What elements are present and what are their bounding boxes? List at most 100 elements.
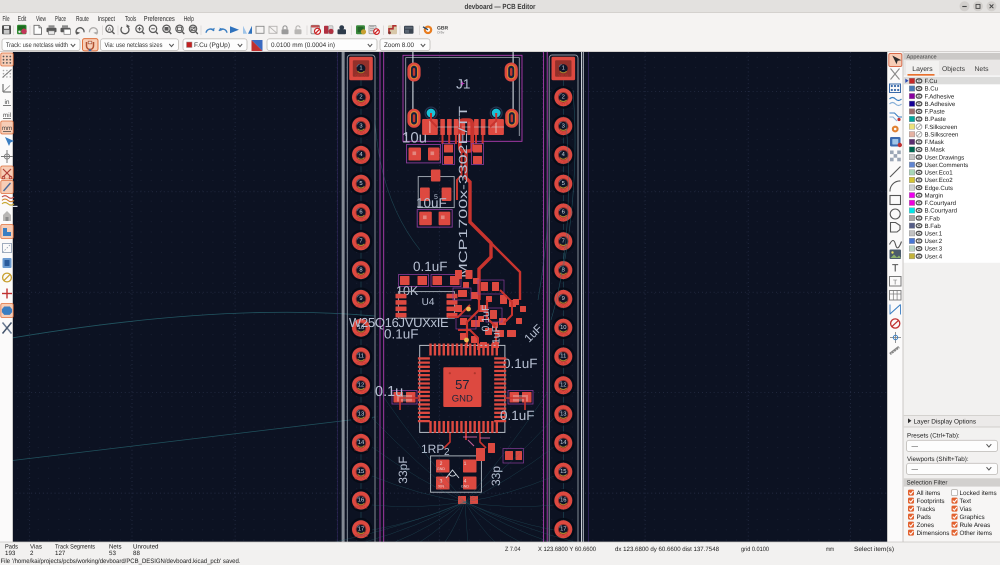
- svg-text:mil: mil: [3, 112, 11, 119]
- svg-text:Route: Route: [76, 14, 89, 23]
- svg-text:6: 6: [562, 209, 565, 216]
- svg-text:Track: use netclass width: Track: use netclass width: [6, 42, 68, 49]
- svg-text:2: 2: [562, 94, 565, 101]
- svg-text:1: 1: [359, 66, 362, 72]
- svg-text:17: 17: [358, 527, 364, 533]
- svg-text:F.Silkscreen: F.Silkscreen: [925, 124, 958, 131]
- svg-text:2: 2: [440, 461, 443, 467]
- svg-text:1uF: 1uF: [491, 326, 503, 344]
- svg-text:Edit: Edit: [18, 14, 27, 23]
- svg-text:Objects: Objects: [942, 66, 966, 73]
- svg-text:ADC: ADC: [559, 217, 567, 221]
- svg-text:GP18: GP18: [559, 534, 568, 538]
- svg-text:10: 10: [560, 324, 566, 331]
- svg-text:GPIO1: GPIO1: [355, 102, 366, 106]
- svg-text:GND: GND: [461, 485, 469, 489]
- svg-text:B.Mask: B.Mask: [925, 147, 946, 154]
- svg-text:7: 7: [359, 239, 362, 245]
- svg-text:GND: GND: [559, 419, 568, 423]
- svg-text:GPIO3: GPIO3: [355, 189, 366, 193]
- svg-text:Place: Place: [55, 14, 66, 23]
- svg-text:53: 53: [109, 550, 116, 557]
- svg-text:Inspect: Inspect: [98, 14, 116, 23]
- svg-text:Margin: Margin: [925, 192, 944, 199]
- svg-text:3V3: 3V3: [560, 189, 567, 193]
- svg-text:B.Paste: B.Paste: [925, 116, 947, 123]
- svg-text:User.Eco1: User.Eco1: [925, 170, 954, 177]
- svg-text:B.Adhesive: B.Adhesive: [925, 101, 956, 108]
- svg-text:12: 12: [560, 382, 566, 389]
- svg-text:7: 7: [562, 239, 565, 245]
- svg-text:T: T: [893, 279, 898, 286]
- svg-text:Vias: Vias: [960, 506, 972, 513]
- svg-text:B.Courtyard: B.Courtyard: [925, 208, 958, 215]
- svg-text:GPIO5: GPIO5: [355, 246, 366, 250]
- svg-text:12: 12: [358, 382, 364, 389]
- svg-text:GPIO2: GPIO2: [355, 160, 366, 164]
- svg-text:GPIO7: GPIO7: [355, 333, 366, 337]
- svg-text:Viewports (Shift+Tab):: Viewports (Shift+Tab):: [907, 456, 969, 463]
- svg-text:GPIO8: GPIO8: [355, 361, 366, 365]
- svg-text:2: 2: [444, 447, 450, 458]
- svg-text:15: 15: [358, 469, 364, 475]
- svg-text:1: 1: [464, 461, 467, 467]
- svg-text:GND: GND: [357, 419, 366, 423]
- svg-text:11: 11: [560, 354, 566, 360]
- svg-text:0.1u: 0.1u: [375, 384, 403, 400]
- svg-text:GP20: GP20: [559, 477, 568, 481]
- svg-text:GPIO10: GPIO10: [354, 448, 367, 452]
- svg-text:33pF: 33pF: [396, 456, 410, 483]
- svg-text:mm: mm: [826, 546, 834, 553]
- svg-text:Tracks: Tracks: [917, 506, 936, 513]
- svg-text:GP22: GP22: [559, 390, 568, 394]
- svg-text:User.4: User.4: [925, 253, 943, 260]
- svg-text:2: 2: [30, 550, 34, 557]
- svg-text:A: A: [108, 27, 112, 33]
- svg-text:—: —: [912, 466, 919, 473]
- svg-text:Appearance: Appearance: [907, 54, 937, 60]
- svg-text:F.Adhesive: F.Adhesive: [925, 93, 955, 100]
- svg-text:User.Comments: User.Comments: [925, 162, 969, 169]
- svg-text:Layer Display Options: Layer Display Options: [914, 419, 977, 426]
- svg-text:10u: 10u: [402, 130, 427, 147]
- svg-text:Pads: Pads: [917, 514, 931, 521]
- svg-text:Tools: Tools: [125, 14, 137, 23]
- svg-text:mm: mm: [2, 125, 12, 132]
- svg-text:Layers: Layers: [912, 66, 933, 73]
- svg-text:User.Drawings: User.Drawings: [925, 154, 965, 161]
- svg-text:13: 13: [560, 410, 566, 417]
- svg-text:F.Fab: F.Fab: [925, 215, 941, 222]
- svg-text:14: 14: [560, 440, 567, 446]
- svg-text:88: 88: [133, 550, 140, 557]
- svg-text:Graphics: Graphics: [960, 514, 985, 521]
- svg-text:devboard — PCB Editor: devboard — PCB Editor: [465, 2, 536, 11]
- svg-text:15: 15: [560, 469, 566, 475]
- svg-text:MCP1700x-3302E/TT: MCP1700x-3302E/TT: [456, 106, 470, 278]
- svg-text:2: 2: [359, 94, 362, 101]
- svg-text:User.2: User.2: [925, 238, 943, 245]
- svg-text:0.1uF: 0.1uF: [413, 259, 448, 274]
- svg-text:File: File: [3, 14, 10, 23]
- svg-text:J1: J1: [456, 77, 470, 92]
- svg-text:GPIO11: GPIO11: [354, 477, 367, 481]
- svg-text:3: 3: [562, 122, 565, 129]
- svg-text:127: 127: [55, 550, 66, 557]
- svg-text:F.Mask: F.Mask: [925, 139, 945, 146]
- svg-text:F.Cu (PgUp): F.Cu (PgUp): [194, 42, 230, 49]
- svg-text:Text: Text: [960, 498, 972, 505]
- svg-text:Footprints: Footprints: [917, 498, 945, 505]
- svg-text:Rule Areas: Rule Areas: [960, 522, 991, 529]
- svg-text:—: —: [912, 443, 919, 450]
- svg-text:0.1uF: 0.1uF: [384, 327, 419, 342]
- svg-text:Dimensions: Dimensions: [917, 530, 950, 537]
- svg-text:10uF: 10uF: [416, 196, 447, 211]
- svg-text:GPIO0: GPIO0: [355, 73, 366, 77]
- svg-text:8: 8: [359, 266, 362, 273]
- svg-text:9: 9: [562, 295, 565, 302]
- svg-text:Select item(s): Select item(s): [854, 546, 894, 553]
- svg-text:16: 16: [358, 497, 364, 504]
- svg-text:3V3EN: 3V3EN: [557, 160, 569, 164]
- svg-text:1: 1: [562, 66, 565, 72]
- svg-text:Edge.Cuts: Edge.Cuts: [925, 185, 953, 192]
- svg-text:16: 16: [560, 497, 566, 504]
